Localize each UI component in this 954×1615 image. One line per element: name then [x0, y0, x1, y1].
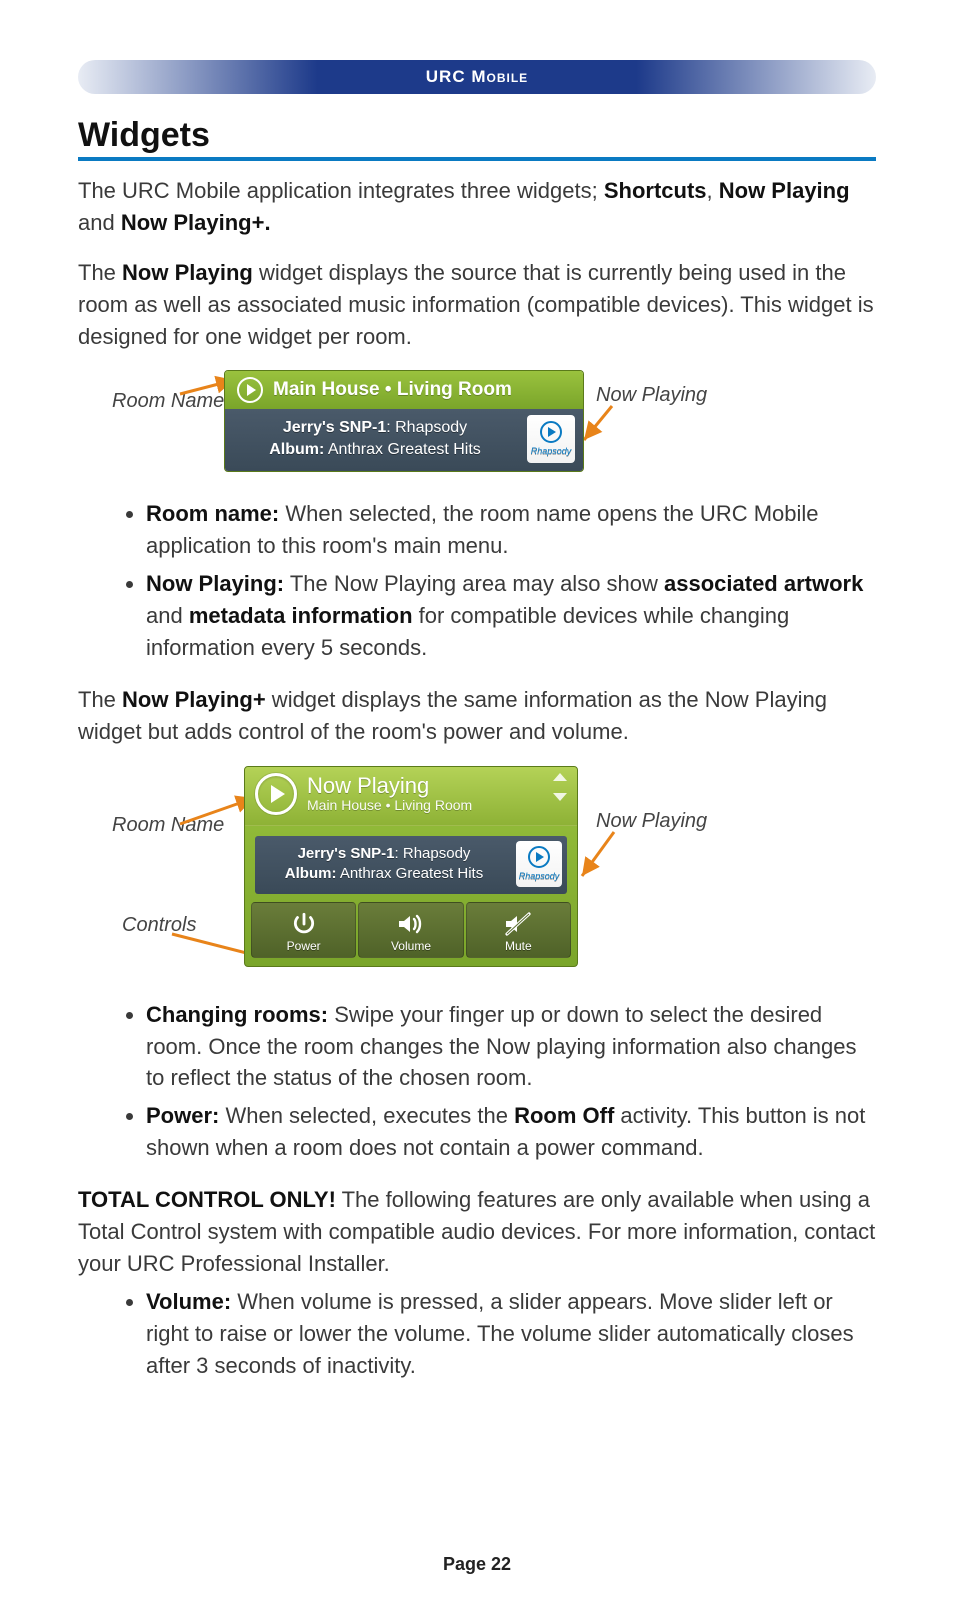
header-banner: URC Mobile	[78, 60, 876, 94]
page-title: Widgets	[78, 116, 876, 155]
header-brand: URC Mobile	[426, 67, 528, 87]
list-item: Power: When selected, executes the Room …	[146, 1100, 876, 1164]
title-rule	[78, 157, 876, 161]
widget-controls: Power Volume Mute	[245, 894, 577, 966]
play-icon	[255, 773, 297, 815]
power-button[interactable]: Power	[251, 902, 356, 958]
list-item: Changing rooms: Swipe your finger up or …	[146, 999, 876, 1095]
room-name-label: Main House • Living Room	[273, 379, 512, 401]
total-control-note: TOTAL CONTROL ONLY! The following featur…	[78, 1184, 876, 1280]
mute-icon	[503, 909, 533, 939]
chevron-down-icon	[553, 793, 567, 801]
now-playing-plus-widget-figure: Room Name Now Playing Controls Now Playi…	[78, 766, 876, 981]
mute-button[interactable]: Mute	[466, 902, 571, 958]
arrow-icon	[578, 400, 618, 450]
anno-room-name: Room Name	[112, 390, 224, 413]
widget-room-header[interactable]: Main House • Living Room	[225, 371, 583, 409]
volume-button[interactable]: Volume	[358, 902, 463, 958]
room-swipe-arrows[interactable]	[553, 773, 567, 801]
anno-controls: Controls	[122, 914, 196, 937]
widget-now-playing-area[interactable]: Jerry's SNP-1: Rhapsody Album: Anthrax G…	[225, 409, 583, 470]
now-playing-plus-widget: Now Playing Main House • Living Room Jer…	[244, 766, 578, 968]
list-item: Room name: When selected, the room name …	[146, 498, 876, 562]
volume-icon	[396, 909, 426, 939]
now-playing-plus-paragraph: The Now Playing+ widget displays the sam…	[78, 684, 876, 748]
total-control-bullets: Volume: When volume is pressed, a slider…	[78, 1286, 876, 1382]
arrow-icon	[576, 826, 620, 886]
now-playing-paragraph: The Now Playing widget displays the sour…	[78, 257, 876, 353]
room-name-label: Main House • Living Room	[307, 797, 472, 813]
widget-title: Now Playing	[307, 774, 472, 797]
anno-room-name: Room Name	[112, 814, 224, 837]
anno-now-playing: Now Playing	[596, 384, 707, 407]
now-playing-bullets: Room name: When selected, the room name …	[78, 498, 876, 663]
list-item: Now Playing: The Now Playing area may al…	[146, 568, 876, 664]
list-item: Volume: When volume is pressed, a slider…	[146, 1286, 876, 1382]
power-icon	[291, 909, 317, 939]
anno-now-playing: Now Playing	[596, 810, 707, 833]
intro-paragraph: The URC Mobile application integrates th…	[78, 175, 876, 239]
now-playing-plus-bullets: Changing rooms: Swipe your finger up or …	[78, 999, 876, 1164]
widget-room-header[interactable]: Now Playing Main House • Living Room	[245, 767, 577, 826]
page-footer: Page 22	[0, 1554, 954, 1575]
play-icon	[237, 377, 263, 403]
widget-now-playing-area[interactable]: Jerry's SNP-1: Rhapsody Album: Anthrax G…	[255, 836, 567, 895]
album-art: Rhapsody	[516, 841, 562, 887]
chevron-up-icon	[553, 773, 567, 781]
now-playing-widget: Main House • Living Room Jerry's SNP-1: …	[224, 370, 584, 471]
album-art: Rhapsody	[527, 415, 575, 463]
now-playing-widget-figure: Room Name Now Playing Main House • Livin…	[78, 370, 876, 480]
